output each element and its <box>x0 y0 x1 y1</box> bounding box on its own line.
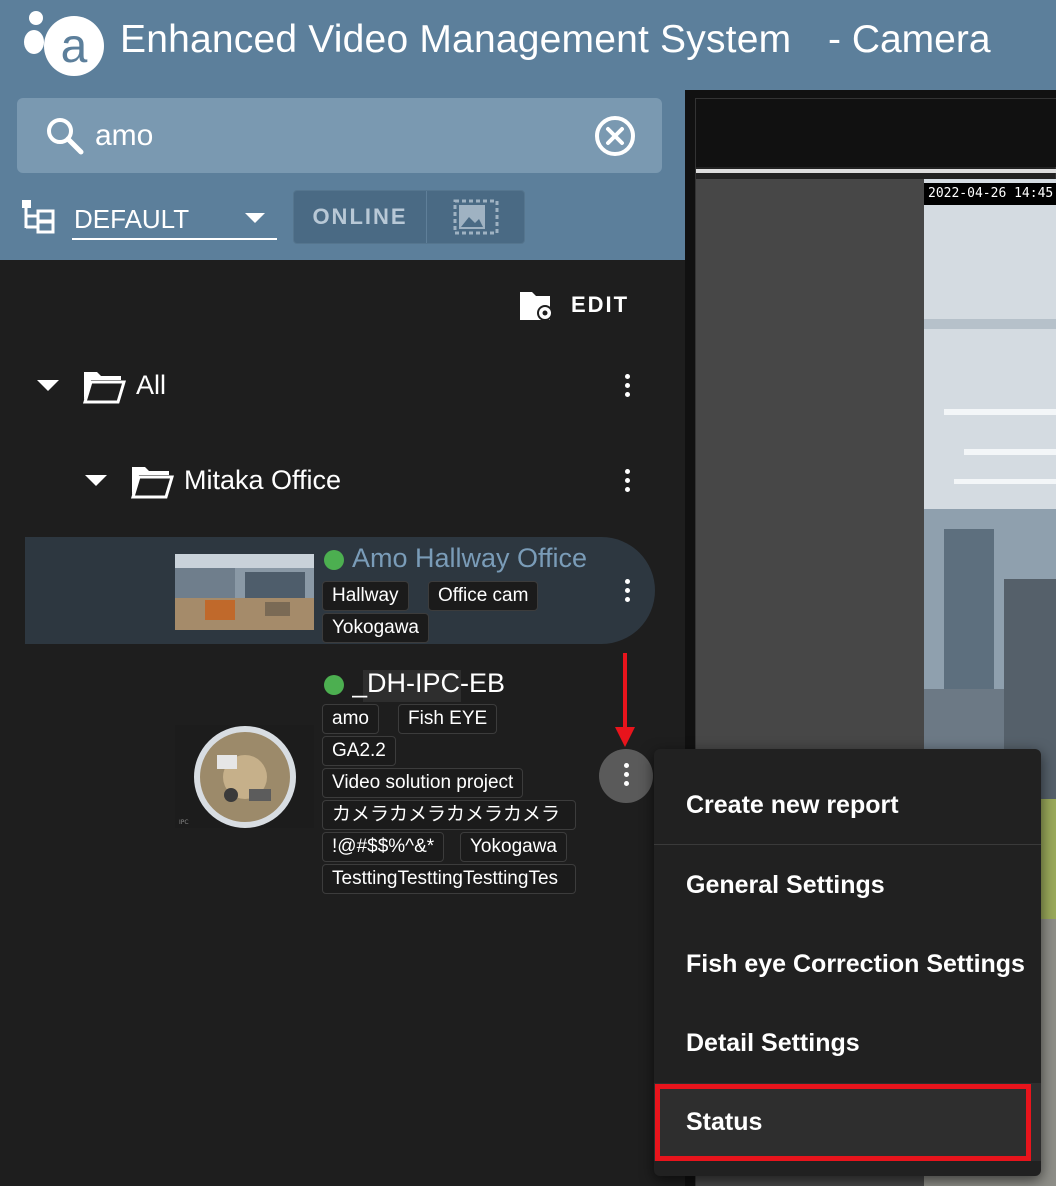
more-options-icon[interactable] <box>622 579 632 605</box>
camera-thumbnail <box>175 554 314 630</box>
camera-tag: Yokogawa <box>322 613 429 643</box>
search-icon <box>47 118 84 155</box>
more-options-icon[interactable] <box>622 374 632 400</box>
camera-tag: カメラカメラカメラカメラ <box>322 800 576 830</box>
camera-tag: Office cam <box>428 581 539 611</box>
image-view-icon <box>453 199 499 235</box>
search-box[interactable] <box>17 98 662 173</box>
video-toolbar <box>696 99 1056 167</box>
camera-tree: EDIT All Mitaka Office Amo Hallway Offic… <box>0 260 685 1186</box>
online-button[interactable]: ONLINE <box>294 191 427 243</box>
annotation-highlight-box <box>655 1084 1031 1161</box>
online-status-dot <box>324 675 344 695</box>
online-status-dot <box>324 550 344 570</box>
folder-label: Mitaka Office <box>184 465 342 495</box>
group-select[interactable]: DEFAULT <box>72 198 277 240</box>
camera-thumbnail: IPC <box>175 725 314 828</box>
camera-tag: Fish EYE <box>398 704 498 734</box>
menu-item-detail-settings[interactable]: Detail Settings <box>654 1004 1041 1082</box>
clear-search-icon[interactable] <box>593 114 637 158</box>
camera-tag: Video solution project <box>322 768 524 798</box>
app-title: Enhanced Video Management System <box>120 18 792 61</box>
video-divider <box>696 169 1056 173</box>
edit-label: EDIT <box>571 292 630 317</box>
folder-label: All <box>136 370 167 400</box>
folder-open-icon <box>82 372 126 404</box>
app-logo-icon: a <box>24 11 104 76</box>
folder-settings-icon <box>520 292 553 321</box>
group-select-value: DEFAULT <box>74 204 190 234</box>
menu-divider <box>654 844 1041 845</box>
svg-text:IPC: IPC <box>179 819 189 826</box>
folder-open-icon <box>130 467 174 499</box>
svg-text:a: a <box>61 20 88 73</box>
camera-tag: TesttingTesttingTesttingTes <box>322 864 576 894</box>
view-toggle-group: ONLINE <box>293 190 525 244</box>
edit-button[interactable]: EDIT <box>518 288 638 324</box>
group-tree-icon <box>22 200 55 234</box>
menu-item-fisheye-settings[interactable]: Fish eye Correction Settings <box>654 925 1041 1003</box>
expand-caret-icon[interactable] <box>85 475 107 486</box>
camera-tag: Yokogawa <box>460 832 567 862</box>
menu-item-create-report[interactable]: Create new report <box>654 766 1041 844</box>
chevron-down-icon <box>245 213 265 223</box>
app-header: a Enhanced Video Management System - Cam… <box>0 0 1056 90</box>
camera-tag: !@#$$%^&* <box>322 832 445 862</box>
image-view-button[interactable] <box>427 191 525 243</box>
camera-name: _DH-IPC-EB <box>352 668 506 698</box>
camera-row-amo-hallway[interactable]: Amo Hallway Office Hallway Office cam Yo… <box>25 537 655 644</box>
camera-tag: GA2.2 <box>322 736 396 766</box>
camera-name: Amo Hallway Office <box>352 543 588 573</box>
search-area: DEFAULT ONLINE <box>0 90 685 260</box>
menu-item-general-settings[interactable]: General Settings <box>654 846 1041 924</box>
folder-all[interactable]: All <box>36 362 656 412</box>
folder-mitaka-office[interactable]: Mitaka Office <box>84 457 656 507</box>
camera-tag: amo <box>322 704 379 734</box>
search-input[interactable] <box>95 116 575 156</box>
camera-tag: Hallway <box>322 581 409 611</box>
more-options-icon[interactable] <box>622 469 632 495</box>
camera-options-button[interactable] <box>599 749 653 803</box>
more-options-icon <box>621 763 631 789</box>
page-subtitle: - Camera <box>828 18 991 61</box>
video-timestamp: 2022-04-26 14:45 <box>924 183 1056 205</box>
expand-caret-icon[interactable] <box>37 380 59 391</box>
annotation-arrow-icon <box>615 653 635 747</box>
